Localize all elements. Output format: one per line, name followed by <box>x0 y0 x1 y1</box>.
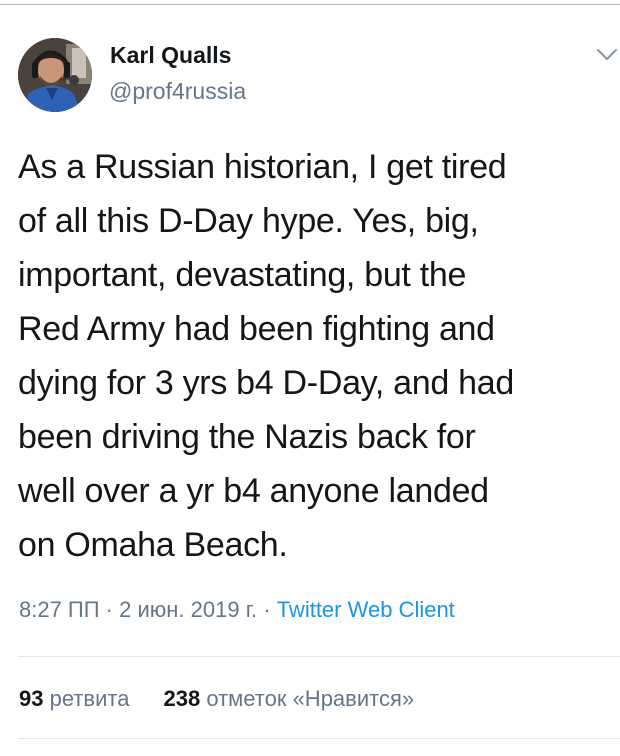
tweet-text-line: been driving the Nazis back for <box>18 418 476 456</box>
tweet-text-line: dying for 3 yrs b4 D-Day, and had <box>18 364 514 402</box>
tweet-text-line: Red Army had been fighting and <box>18 310 495 348</box>
avatar-photo <box>18 38 92 112</box>
meta-separator: · <box>99 597 120 622</box>
tweet-text-line: As a Russian historian, I get tired <box>18 148 507 186</box>
stats-divider <box>18 656 620 657</box>
chevron-down-icon[interactable] <box>596 48 618 62</box>
bottom-divider <box>18 738 620 739</box>
tweet-text-line: of all this D-Day hype. Yes, big, <box>18 202 479 240</box>
avatar[interactable] <box>18 38 92 112</box>
retweets-count[interactable]: 93 <box>19 686 43 711</box>
likes-count[interactable]: 238 <box>163 686 200 711</box>
meta-separator: · <box>257 597 277 622</box>
author-name[interactable]: Karl Qualls <box>110 42 231 69</box>
tweet-meta: 8:27 ПП · 2 июн. 2019 г. · Twitter Web C… <box>19 597 455 623</box>
tweet-time[interactable]: 8:27 ПП <box>19 597 100 622</box>
tweet-text-line: well over a yr b4 anyone landed <box>18 472 489 510</box>
likes-label[interactable]: отметок «Нравится» <box>206 686 414 711</box>
tweet-text: As a Russian historian, I get tired of a… <box>18 140 618 572</box>
tweet-text-line: important, devastating, but the <box>18 256 467 294</box>
tweet-date[interactable]: 2 июн. 2019 г. <box>119 597 257 622</box>
tweet-stats: 93 ретвита 238 отметок «Нравится» <box>19 686 414 712</box>
tweet-client-link[interactable]: Twitter Web Client <box>277 597 455 622</box>
retweets-label[interactable]: ретвита <box>50 686 130 711</box>
tweet-card: Karl Qualls @prof4russia As a Russian hi… <box>0 0 620 756</box>
author-handle[interactable]: @prof4russia <box>109 78 246 105</box>
tweet-text-line: on Omaha Beach. <box>18 526 288 564</box>
